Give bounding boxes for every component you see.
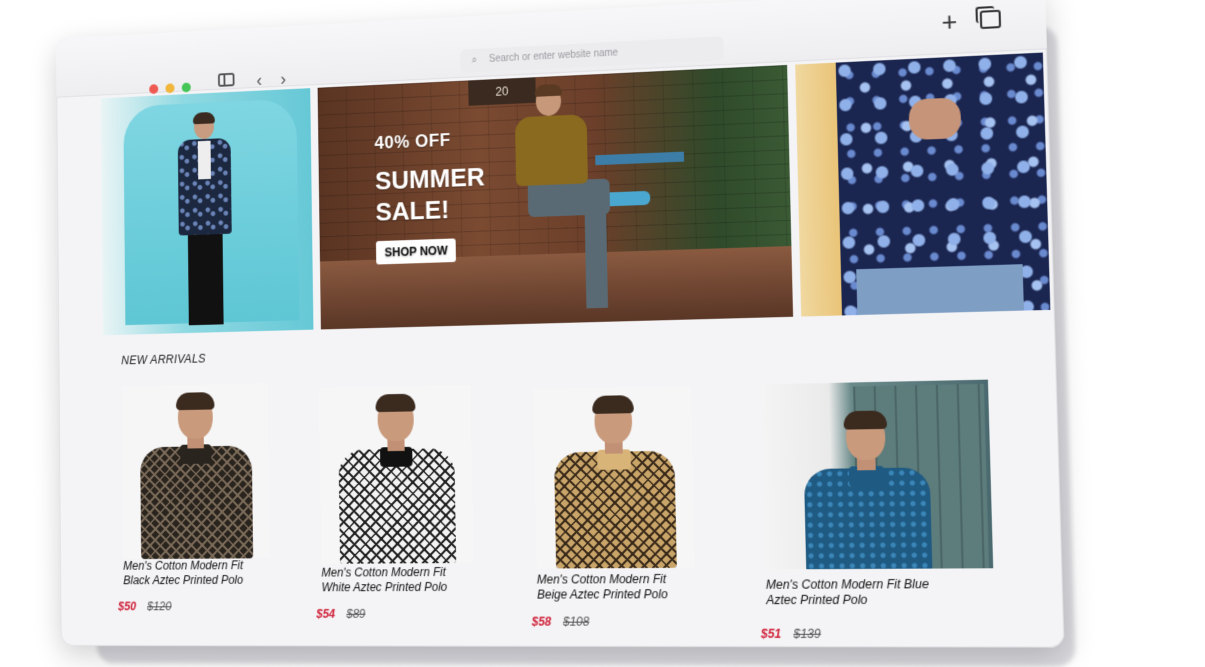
hero-image-left[interactable] [101,88,314,335]
sidebar-toggle-icon[interactable] [218,73,235,87]
search-icon: ⌕ [472,49,478,73]
product-image[interactable] [121,383,269,559]
shop-now-button[interactable]: SHOP NOW [376,238,456,264]
browser-window: ‹ › ⌕ Search or enter website name + 20 … [56,0,1065,648]
minimize-window-button[interactable] [165,83,174,93]
product-name[interactable]: Men's Cotton Modern Fit Black Aztec Prin… [123,558,307,588]
hero-image-center[interactable]: 20 40% OFF SUMMER SALE! SHOP NOW [318,65,793,329]
product-old-price: $120 [147,600,171,614]
jeans-illustration [856,264,1024,315]
maximize-window-button[interactable] [182,83,191,93]
product-price: $50 [118,600,136,614]
product-price: $54 [316,607,335,621]
product-image[interactable] [319,385,474,564]
forward-icon[interactable]: › [280,70,286,88]
product-price: $51 [761,627,782,641]
product-name[interactable]: Men's Cotton Modern Fit White Aztec Prin… [321,565,512,596]
hero-banner: 20 40% OFF SUMMER SALE! SHOP NOW [101,53,1049,336]
product-price: $58 [532,615,552,629]
product-image[interactable] [761,380,993,570]
hands-illustration [908,97,961,140]
model-figure [140,393,252,559]
seated-model-figure [507,83,618,314]
section-title: NEW ARRIVALS [121,352,206,367]
hero-discount: 40% OFF [374,129,484,154]
hero-title-line2: SALE! [375,192,485,227]
product-old-price: $89 [346,607,365,621]
product-old-price: $108 [563,615,590,629]
model-figure [178,113,233,326]
address-bar[interactable]: ⌕ Search or enter website name [460,36,724,73]
hero-title-line1: SUMMER [375,161,485,197]
hero-text: 40% OFF SUMMER SALE! SHOP NOW [374,129,486,265]
close-window-button[interactable] [149,84,158,94]
new-tab-icon[interactable]: + [941,8,957,35]
product-name[interactable]: Men's Cotton Modern Fit Blue Aztec Print… [766,577,1005,609]
model-figure [553,396,675,568]
hero-title: SUMMER SALE! [375,161,486,228]
product-old-price: $139 [793,627,821,641]
address-placeholder: Search or enter website name [489,48,618,65]
back-icon[interactable]: ‹ [256,71,262,88]
browser-device: ‹ › ⌕ Search or enter website name + 20 … [56,0,1065,648]
model-figure [338,395,454,564]
tab-overview-icon[interactable] [980,10,1001,29]
product-image[interactable] [533,386,694,569]
hero-image-right[interactable] [795,53,1050,317]
model-figure [803,412,931,570]
product-name[interactable]: Men's Cotton Modern Fit Beige Aztec Prin… [537,572,736,603]
